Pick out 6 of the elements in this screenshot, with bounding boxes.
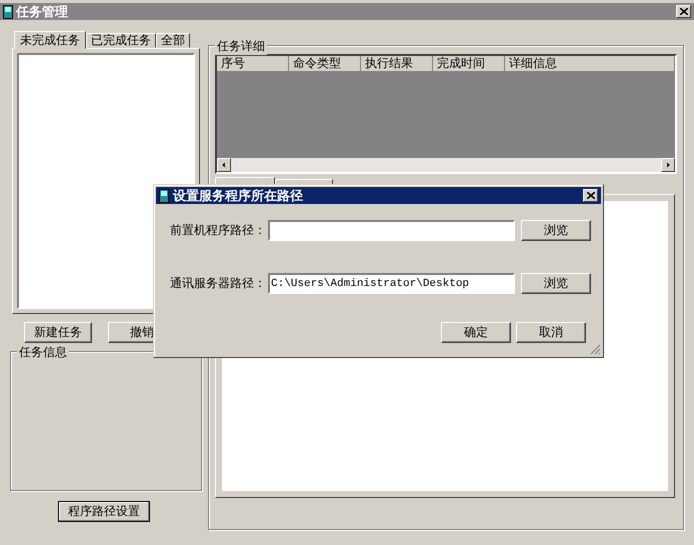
group-title: 任务详细 (215, 38, 267, 55)
window-title: 任务管理 (16, 2, 69, 20)
dialog-title: 设置服务程序所在路径 (173, 186, 304, 204)
field-label: 通讯服务器路径： (170, 275, 267, 292)
group-title: 任务信息 (17, 344, 69, 361)
field-label: 前置机程序路径： (170, 222, 267, 239)
